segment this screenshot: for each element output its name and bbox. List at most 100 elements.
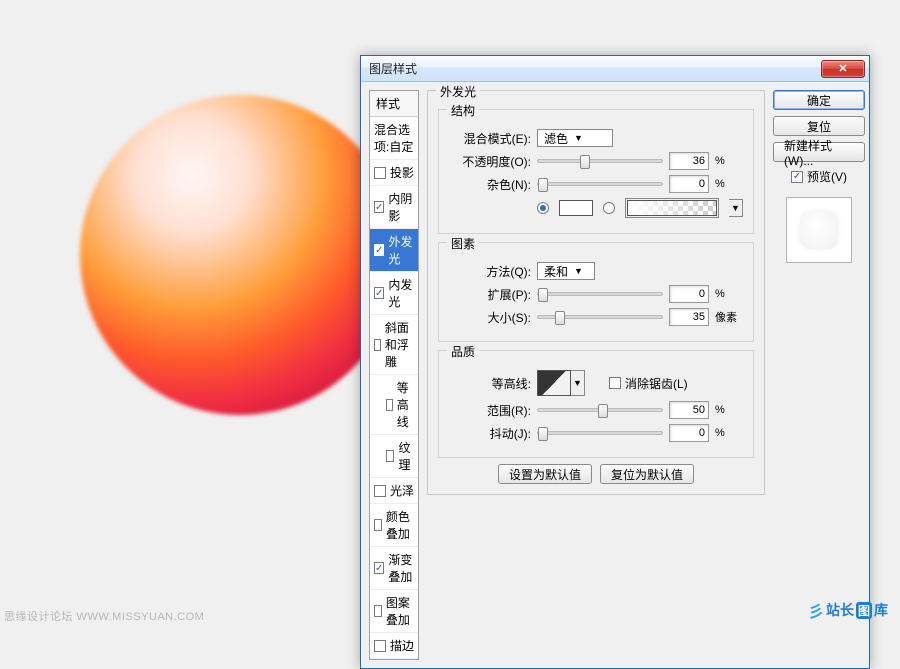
antialias-checkbox[interactable]: 消除锯齿(L) [609,375,688,392]
style-row-11[interactable]: 图案叠加 [370,590,418,633]
footer-credit: 思缘设计论坛 WWW.MISSYUAN.COM [4,608,204,624]
style-row-5[interactable]: 斜面和浮雕 [370,315,418,375]
structure-group: 结构 混合模式(E): 滤色 ▼ 不透明度(O): 36 % [438,109,754,234]
technique-dropdown[interactable]: 柔和 ▼ [537,262,595,280]
style-label: 内阴影 [388,190,414,224]
size-unit: 像素 [715,309,743,325]
style-checkbox[interactable]: ✓ [374,562,384,574]
close-icon: ✕ [838,62,847,75]
style-row-9[interactable]: 颜色叠加 [370,504,418,547]
spread-unit: % [715,288,743,300]
range-slider[interactable] [537,408,663,412]
ok-button[interactable]: 确定 [773,90,865,110]
close-button[interactable]: ✕ [821,60,865,78]
style-checkbox[interactable]: ✓ [374,287,384,299]
contour-dropdown-button[interactable]: ▼ [571,370,585,396]
cancel-button[interactable]: 复位 [773,116,865,136]
panel-title: 外发光 [436,83,480,100]
spread-slider[interactable] [537,292,663,296]
style-row-8[interactable]: 光泽 [370,478,418,504]
opacity-unit: % [715,155,743,167]
preview-label: 预览(V) [807,168,847,185]
gradient-radio[interactable] [603,202,615,214]
dialog-title: 图层样式 [369,60,417,77]
style-checkbox[interactable] [374,167,386,179]
style-row-7[interactable]: 纹理 [370,435,418,478]
style-label: 描边 [390,637,414,654]
make-default-button[interactable]: 设置为默认值 [498,464,592,484]
jitter-field[interactable]: 0 [669,424,709,442]
styles-header[interactable]: 样式 [370,91,418,117]
noise-field[interactable]: 0 [669,175,709,193]
style-checkbox[interactable] [374,339,381,351]
style-label: 内发光 [388,276,414,310]
opacity-slider[interactable] [537,159,663,163]
gradient-dropdown-button[interactable]: ▼ [729,199,743,217]
technique-label: 方法(Q): [449,263,531,280]
style-row-10[interactable]: ✓ 渐变叠加 [370,547,418,590]
style-checkbox[interactable] [386,399,393,411]
noise-slider[interactable] [537,182,663,186]
opacity-field[interactable]: 36 [669,152,709,170]
contour-label: 等高线: [449,375,531,392]
style-label: 颜色叠加 [386,508,414,542]
style-row-12[interactable]: 描边 [370,633,418,659]
glow-color-swatch[interactable] [559,200,593,216]
style-checkbox[interactable] [374,519,382,531]
quality-group: 品质 等高线: ▼ 消除锯齿(L) 范围 [438,350,754,458]
size-field[interactable]: 35 [669,308,709,326]
size-slider[interactable] [537,315,663,319]
noise-label: 杂色(N): [449,176,531,193]
jitter-unit: % [715,427,743,439]
style-label: 渐变叠加 [388,551,414,585]
jitter-slider[interactable] [537,431,663,435]
style-row-4[interactable]: ✓ 内发光 [370,272,418,315]
range-field[interactable]: 50 [669,401,709,419]
glow-gradient-swatch[interactable] [625,198,719,218]
style-row-6[interactable]: 等高线 [370,375,418,435]
style-label: 外发光 [388,233,414,267]
opacity-label: 不透明度(O): [449,153,531,170]
dialog-titlebar[interactable]: 图层样式 ✕ [361,56,869,82]
style-row-0[interactable]: 混合选项:自定 [370,117,418,160]
style-checkbox[interactable] [374,485,386,497]
style-checkbox[interactable] [386,450,394,462]
layer-style-dialog: 图层样式 ✕ 样式 混合选项:自定投影 ✓ 内阴影 ✓ 外发光 ✓ 内发光斜面和浮雕等高线纹… [360,55,870,669]
new-style-button[interactable]: 新建样式(W)... [773,142,865,162]
style-row-3[interactable]: ✓ 外发光 [370,229,418,272]
style-checkbox[interactable]: ✓ [374,244,384,256]
quality-title: 品质 [447,343,479,360]
style-label: 混合选项:自定 [374,121,414,155]
size-label: 大小(S): [449,309,531,326]
chevron-down-icon: ▼ [574,266,583,276]
jitter-label: 抖动(J): [449,425,531,442]
blend-mode-dropdown[interactable]: 滤色 ▼ [537,129,613,147]
style-label: 斜面和浮雕 [385,319,414,370]
range-label: 范围(R): [449,402,531,419]
range-unit: % [715,404,743,416]
elements-group: 图素 方法(Q): 柔和 ▼ 扩展(P): 0 % [438,242,754,342]
preview-thumbnail [786,197,852,263]
style-label: 图案叠加 [386,594,414,628]
style-checkbox[interactable] [374,640,386,652]
style-label: 等高线 [397,379,414,430]
color-radio[interactable] [537,202,549,214]
spread-field[interactable]: 0 [669,285,709,303]
styles-list: 样式 混合选项:自定投影 ✓ 内阴影 ✓ 外发光 ✓ 内发光斜面和浮雕等高线纹理光泽颜色叠加… [369,90,419,660]
noise-unit: % [715,178,743,190]
style-label: 光泽 [390,482,414,499]
spread-label: 扩展(P): [449,286,531,303]
style-row-1[interactable]: 投影 [370,160,418,186]
style-label: 投影 [390,164,414,181]
antialias-label: 消除锯齿(L) [625,375,688,392]
wing-icon: 彡 [808,598,824,622]
preview-checkbox[interactable]: ✓ 预览(V) [791,168,847,185]
reset-default-button[interactable]: 复位为默认值 [600,464,694,484]
style-checkbox[interactable]: ✓ [374,201,384,213]
outer-glow-panel: 外发光 结构 混合模式(E): 滤色 ▼ 不透明度(O): 36 [427,90,765,495]
style-row-2[interactable]: ✓ 内阴影 [370,186,418,229]
style-checkbox[interactable] [374,605,382,617]
style-label: 纹理 [398,439,414,473]
chevron-down-icon: ▼ [574,133,583,143]
contour-swatch[interactable] [537,370,571,396]
